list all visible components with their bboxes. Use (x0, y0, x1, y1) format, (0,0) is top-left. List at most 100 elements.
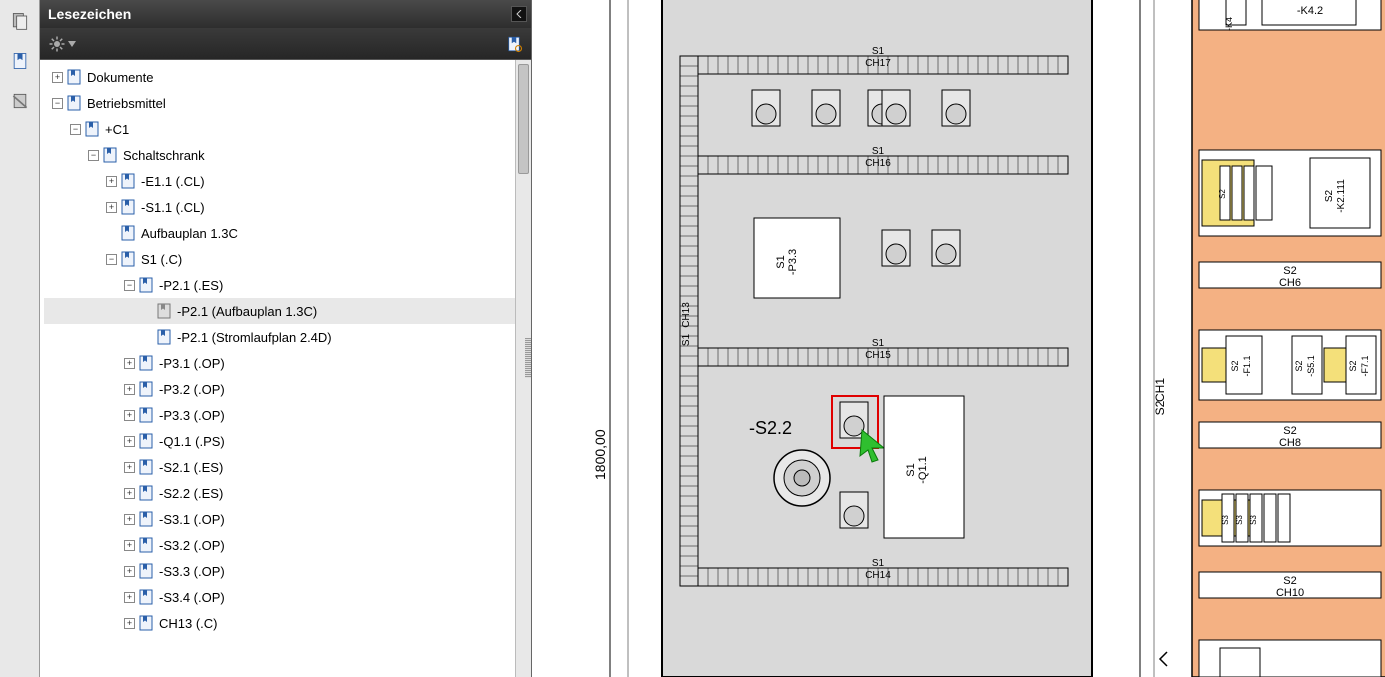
svg-text:-P3.3: -P3.3 (787, 249, 799, 275)
collapse-icon[interactable]: − (70, 124, 81, 135)
bookmark-panel-icon[interactable] (9, 50, 31, 72)
tree-item-p33[interactable]: + -P3.3 (.OP) (44, 402, 531, 428)
gear-icon[interactable] (48, 35, 66, 53)
collapse-icon[interactable]: − (106, 254, 117, 265)
svg-text:S2: S2 (1283, 425, 1296, 437)
dropdown-caret-icon[interactable] (68, 41, 76, 47)
tree-item-q11[interactable]: +-Q1.1 (.PS) (44, 428, 531, 454)
expand-icon[interactable]: + (124, 618, 135, 629)
expand-icon[interactable]: + (124, 358, 135, 369)
find-bookmark-icon[interactable] (505, 35, 523, 53)
resize-grip[interactable] (525, 338, 531, 378)
bookmark-sidebar: Lesezeichen +Dokumente−Betriebsmittel−+C… (40, 0, 532, 677)
collapse-icon[interactable]: − (52, 98, 63, 109)
bookmark-doc-icon (121, 173, 135, 189)
sidebar-toolbar (40, 28, 531, 60)
expand-icon[interactable]: + (124, 540, 135, 551)
tree-item-s22[interactable]: +-S2.2 (.ES) (44, 480, 531, 506)
pages-icon[interactable] (9, 10, 31, 32)
scrollbar-thumb[interactable] (518, 64, 529, 174)
bookmark-doc-icon (139, 355, 153, 371)
tree-item-s34[interactable]: +-S3.4 (.OP) (44, 584, 531, 610)
tree-item-p32[interactable]: + -P3.2 (.OP) (44, 376, 531, 402)
tree-item-label: -S3.3 (.OP) (159, 564, 225, 579)
tree-item-s32[interactable]: +-S3.2 (.OP) (44, 532, 531, 558)
tree-item-label: -P2.1 (.ES) (159, 278, 223, 293)
bookmark-doc-icon (85, 121, 99, 137)
collapse-panel-button[interactable] (511, 6, 527, 22)
tree-item-schaltschrank[interactable]: − Schaltschrank (44, 142, 531, 168)
expand-icon[interactable]: + (124, 384, 135, 395)
tree-item-label: -P3.2 (.OP) (159, 382, 225, 397)
bookmark-doc-icon (139, 277, 153, 293)
tree-item-p31[interactable]: + -P3.1 (.OP) (44, 350, 531, 376)
tree-item-e11[interactable]: +-E1.1 (.CL) (44, 168, 531, 194)
expand-icon[interactable]: + (124, 592, 135, 603)
bookmark-doc-icon (139, 615, 153, 631)
svg-text:S2: S2 (1324, 189, 1335, 202)
expand-icon[interactable]: + (52, 72, 63, 83)
drawing-canvas[interactable]: 1800,00 S1 CH13 S1 CH17 (532, 0, 1385, 677)
expand-icon[interactable]: + (124, 436, 135, 447)
svg-text:CH10: CH10 (1276, 587, 1304, 599)
tree-item-label: -S3.1 (.OP) (159, 512, 225, 527)
expand-icon[interactable]: + (124, 488, 135, 499)
tree-item-label: -P3.1 (.OP) (159, 356, 225, 371)
tree-item-s11[interactable]: + -S1.1 (.CL) (44, 194, 531, 220)
collapse-icon[interactable]: − (88, 150, 99, 161)
bookmark-doc-icon (121, 225, 135, 241)
svg-text:S1: S1 (872, 146, 885, 157)
tree-item-label: -P3.3 (.OP) (159, 408, 225, 423)
tree-item-ch13[interactable]: +CH13 (.C) (44, 610, 531, 636)
tree-item-p21[interactable]: − -P2.1 (.ES) (44, 272, 531, 298)
left-icon-strip (0, 0, 40, 677)
tree-item-s31[interactable]: + -S3.1 (.OP) (44, 506, 531, 532)
toggle-spacer (106, 228, 117, 239)
expand-icon[interactable]: + (124, 514, 135, 525)
bookmark-tree[interactable]: +Dokumente−Betriebsmittel−+C1−Schaltschr… (40, 60, 531, 677)
tree-item-label: -S1.1 (.CL) (141, 200, 205, 215)
attachments-icon[interactable] (9, 90, 31, 112)
svg-text:S2: S2 (1283, 265, 1296, 277)
tree-item-aufbau[interactable]: Aufbauplan 1.3C (44, 220, 531, 246)
tree-item-label: S1 (.C) (141, 252, 182, 267)
tree-item-label: Schaltschrank (123, 148, 205, 163)
tree-item-label: -P2.1 (Aufbauplan 1.3C) (177, 304, 317, 319)
tree-item-dokumente[interactable]: +Dokumente (44, 64, 531, 90)
cad-drawing-svg: S1 CH13 S1 CH17 S1 CH16 S1 CH15 S1 CH14 (532, 0, 1385, 677)
tree-item-p21s[interactable]: -P2.1 (Stromlaufplan 2.4D) (44, 324, 531, 350)
tree-item-s33[interactable]: + -S3.3 (.OP) (44, 558, 531, 584)
svg-text:S1: S1 (872, 46, 885, 57)
expand-icon[interactable]: + (124, 566, 135, 577)
svg-text:S1: S1 (872, 558, 885, 569)
svg-text:S1: S1 (681, 333, 692, 346)
svg-text:S3: S3 (1249, 515, 1258, 525)
svg-text:-F1.1: -F1.1 (1242, 355, 1252, 376)
tree-item-s1[interactable]: − S1 (.C) (44, 246, 531, 272)
svg-text:S2: S2 (1218, 189, 1227, 199)
expand-icon[interactable]: + (106, 176, 117, 187)
svg-text:CH13: CH13 (681, 302, 692, 328)
tree-item-c1[interactable]: −+C1 (44, 116, 531, 142)
expand-icon[interactable]: + (124, 462, 135, 473)
svg-text:S2: S2 (1348, 360, 1358, 371)
svg-text:CH1: CH1 (1153, 378, 1167, 402)
tree-item-betriebsmittel[interactable]: − Betriebsmittel (44, 90, 531, 116)
bookmark-doc-icon (139, 407, 153, 423)
bookmark-doc-icon (157, 329, 171, 345)
bookmark-doc-icon (121, 199, 135, 215)
bookmark-doc-icon (103, 147, 117, 163)
expand-icon[interactable]: + (106, 202, 117, 213)
collapse-icon[interactable]: − (124, 280, 135, 291)
expand-icon[interactable]: + (124, 410, 135, 421)
tree-item-label: Betriebsmittel (87, 96, 166, 111)
bookmark-doc-icon (139, 537, 153, 553)
bookmark-doc-icon (67, 95, 81, 111)
tree-item-label: Aufbauplan 1.3C (141, 226, 238, 241)
tree-item-s21[interactable]: +-S2.1 (.ES) (44, 454, 531, 480)
toggle-spacer (142, 306, 153, 317)
tree-item-p21a[interactable]: -P2.1 (Aufbauplan 1.3C) (44, 298, 531, 324)
bookmark-doc-icon (139, 511, 153, 527)
bookmark-doc-icon (139, 433, 153, 449)
svg-text:-K4: -K4 (1224, 17, 1234, 31)
